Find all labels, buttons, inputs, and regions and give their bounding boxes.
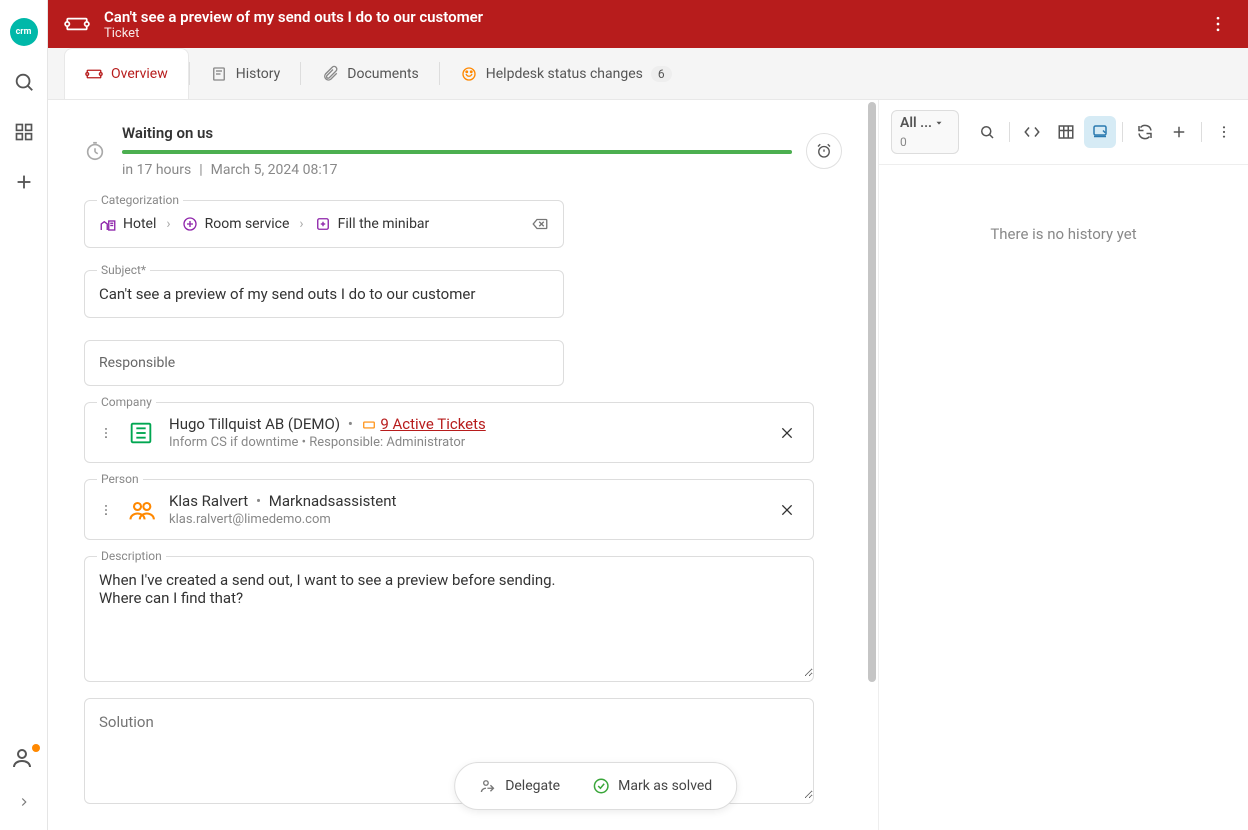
ticket-icon <box>64 11 90 37</box>
add-history-icon[interactable] <box>1163 116 1195 148</box>
remove-company-icon[interactable] <box>775 421 799 445</box>
code-view-icon[interactable] <box>1016 116 1048 148</box>
tickets-icon <box>361 418 377 432</box>
notification-dot <box>32 744 40 752</box>
scrollbar[interactable] <box>866 100 878 830</box>
field-label: Company <box>97 395 156 409</box>
tab-overview[interactable]: Overview <box>64 48 189 99</box>
company-name: Hugo Tillquist AB (DEMO) <box>169 415 340 433</box>
page-title: Can't see a preview of my send outs I do… <box>104 8 1204 26</box>
table-view-icon[interactable] <box>1050 116 1082 148</box>
tab-helpdesk[interactable]: Helpdesk status changes 6 <box>440 48 692 99</box>
chevron-right-icon: › <box>299 216 303 232</box>
categorization-field[interactable]: Categorization Hotel › Room service <box>84 200 564 248</box>
person-email: klas.ralvert@limedemo.com <box>169 512 763 527</box>
scrollbar-thumb[interactable] <box>868 102 876 682</box>
card-view-icon[interactable] <box>1084 116 1116 148</box>
history-empty-message: There is no history yet <box>879 165 1248 830</box>
company-card: Company Hugo Tillquist AB (DEMO) • <box>84 402 814 463</box>
tab-history[interactable]: History <box>190 48 301 99</box>
user-avatar[interactable] <box>10 746 38 774</box>
active-tickets-link[interactable]: 9 Active Tickets <box>380 415 485 433</box>
grid-icon[interactable] <box>8 116 40 148</box>
search-icon[interactable] <box>8 66 40 98</box>
card-drag-icon[interactable] <box>99 503 113 517</box>
status-timer-icon <box>84 140 108 162</box>
field-label: Subject* <box>97 263 150 277</box>
tab-label: Overview <box>111 66 168 82</box>
history-panel: All ... 0 <box>878 100 1248 830</box>
category-item[interactable]: Room service <box>181 215 290 233</box>
category-item[interactable]: Hotel <box>99 215 156 233</box>
remove-person-icon[interactable] <box>775 498 799 522</box>
category-item[interactable]: Fill the minibar <box>314 215 430 233</box>
field-label: Categorization <box>97 193 183 207</box>
action-pill: Delegate Mark as solved <box>454 762 737 810</box>
person-card: Person Klas Ralvert • Marknadsassistent <box>84 479 814 540</box>
person-role: Marknadsassistent <box>269 492 397 510</box>
expand-rail-icon[interactable] <box>8 786 40 818</box>
progress-bar <box>122 150 792 154</box>
history-toolbar: All ... 0 <box>879 100 1248 165</box>
plus-icon[interactable] <box>8 166 40 198</box>
tabs: Overview History Documents Helpdesk stat… <box>48 48 1248 100</box>
responsible-placeholder: Responsible <box>99 355 175 371</box>
field-label: Description <box>97 549 166 563</box>
header-bar: Can't see a preview of my send outs I do… <box>48 0 1248 48</box>
field-label: Person <box>97 472 143 486</box>
alarm-button[interactable] <box>806 133 842 169</box>
delegate-button[interactable]: Delegate <box>465 771 574 801</box>
description-field: Description <box>84 556 814 682</box>
card-drag-icon[interactable] <box>99 426 113 440</box>
company-icon <box>125 417 157 449</box>
responsible-field[interactable]: Responsible <box>84 340 564 386</box>
history-more-icon[interactable] <box>1208 116 1240 148</box>
chevron-down-icon <box>934 118 944 128</box>
tab-label: Documents <box>347 66 418 82</box>
status-title: Waiting on us <box>122 124 792 142</box>
header-more-icon[interactable] <box>1204 10 1232 38</box>
tab-badge: 6 <box>651 66 672 82</box>
left-rail: crm <box>0 0 48 830</box>
content-main: Waiting on us in 17 hours | March 5, 202… <box>48 100 878 830</box>
subject-field[interactable]: Subject* Can't see a preview of my send … <box>84 270 564 318</box>
description-textarea[interactable] <box>85 557 813 677</box>
person-name: Klas Ralvert <box>169 492 248 510</box>
chevron-right-icon: › <box>166 216 170 232</box>
page-subtitle: Ticket <box>104 26 1204 41</box>
history-search-icon[interactable] <box>971 116 1003 148</box>
status-timestamp: March 5, 2024 08:17 <box>211 162 338 178</box>
tab-label: Helpdesk status changes <box>486 66 643 82</box>
app-logo[interactable]: crm <box>8 16 40 48</box>
subject-value: Can't see a preview of my send outs I do… <box>99 285 549 303</box>
status-relative: in 17 hours <box>122 162 191 178</box>
history-filter-dropdown[interactable]: All ... 0 <box>891 110 959 154</box>
refresh-icon[interactable] <box>1129 116 1161 148</box>
tab-documents[interactable]: Documents <box>301 48 438 99</box>
person-icon <box>125 494 157 526</box>
clear-categorization-icon[interactable] <box>531 215 549 233</box>
mark-solved-button[interactable]: Mark as solved <box>578 771 726 801</box>
tab-label: History <box>236 66 281 82</box>
